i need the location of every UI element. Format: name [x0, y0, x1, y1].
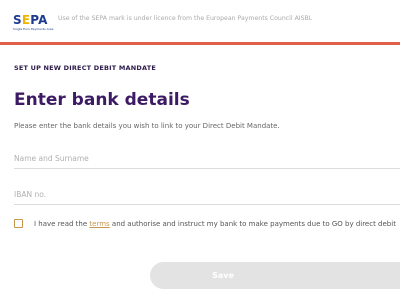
consent-suffix: and authorise and instruct my bank to ma… [109, 220, 396, 228]
page-title: Enter bank details [14, 90, 190, 110]
step-label: SET UP NEW DIRECT DEBIT MANDATE [14, 64, 157, 72]
save-button[interactable]: Save [150, 262, 400, 289]
consent-checkbox[interactable] [14, 219, 23, 228]
iban-input[interactable] [14, 184, 400, 205]
consent-text: I have read the terms and authorise and … [34, 219, 396, 229]
accent-bar [0, 42, 400, 45]
header: SEPA Single Euro Payments Area Use of th… [0, 0, 400, 36]
terms-link[interactable]: terms [89, 220, 109, 228]
consent-row: I have read the terms and authorise and … [14, 218, 400, 232]
logo-subtext: Single Euro Payments Area [13, 27, 54, 31]
instructions-text: Please enter the bank details you wish t… [14, 122, 280, 130]
logo-word: SEPA [13, 13, 48, 27]
name-surname-input[interactable] [14, 148, 400, 169]
sepa-logo: SEPA Single Euro Payments Area [13, 13, 53, 31]
licence-notice: Use of the SEPA mark is under licence fr… [58, 15, 313, 22]
consent-prefix: I have read the [34, 220, 90, 228]
